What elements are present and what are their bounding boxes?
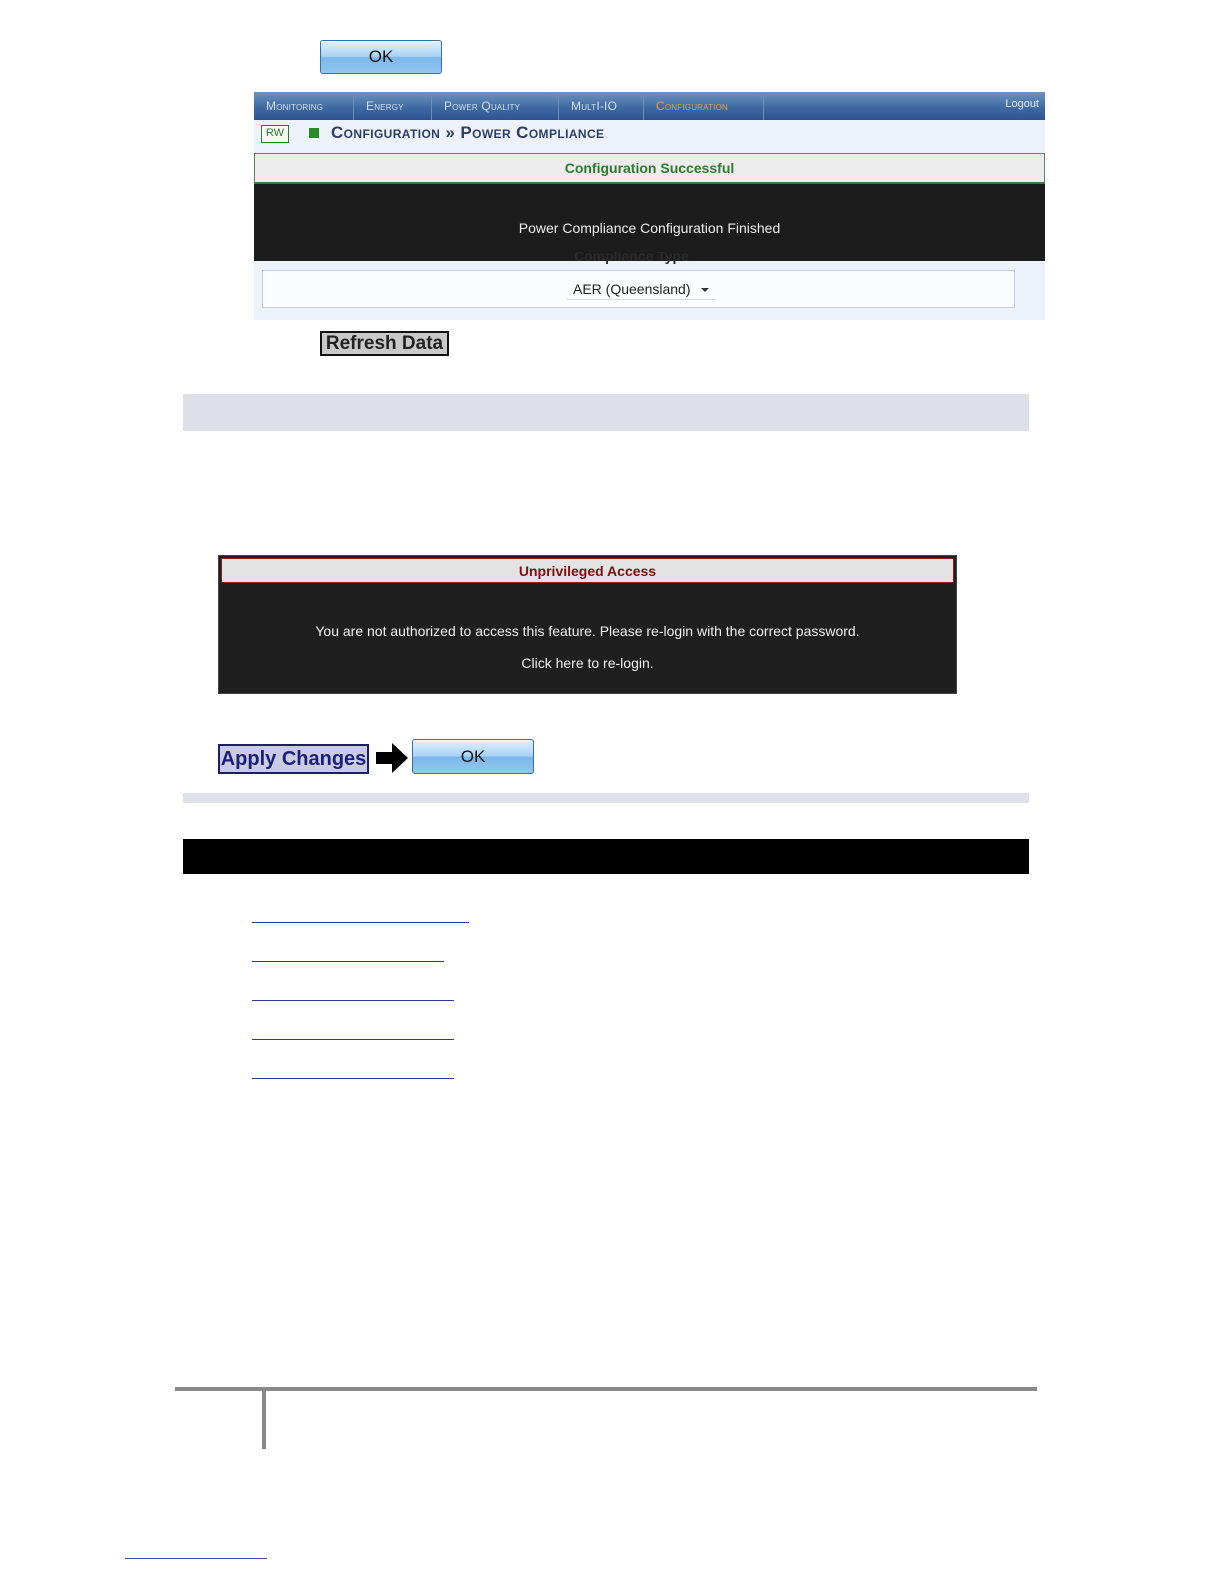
tab-multi-io[interactable]: MultI-IO (559, 92, 644, 120)
nav-bar: Monitoring Energy Power Quality MultI-IO… (254, 92, 1045, 120)
tab-monitoring[interactable]: Monitoring (254, 92, 354, 120)
tab-configuration[interactable]: Configuration (644, 92, 764, 120)
link-underline-3[interactable] (252, 1000, 454, 1001)
compliance-type-select[interactable]: AER (Queensland) (567, 279, 717, 300)
header-band (183, 839, 1029, 874)
apply-changes-button[interactable]: Apply Changes (218, 744, 369, 774)
link-underline-1[interactable] (252, 922, 469, 923)
dialog-message: You are not authorized to access this fe… (315, 623, 860, 639)
configuration-screenshot: Monitoring Energy Power Quality MultI-IO… (254, 92, 1045, 320)
unprivileged-access-dialog: Unprivileged Access You are not authoriz… (218, 555, 957, 694)
compliance-type-label: Compliance Type (574, 252, 689, 264)
dialog-title: Unprivileged Access (221, 558, 954, 583)
breadcrumb-row: RW Configuration » Power Compliance (254, 120, 1045, 154)
ok-button-bottom[interactable]: OK (412, 739, 534, 774)
dropdown-caret-icon (701, 288, 710, 292)
right-arrow-icon (376, 743, 408, 773)
link-underline-2[interactable] (252, 961, 444, 962)
success-title: Configuration Successful (254, 153, 1045, 184)
ok-button-top[interactable]: OK (320, 40, 442, 74)
bottom-link-underline[interactable] (125, 1558, 267, 1559)
status-square-icon (309, 128, 319, 138)
refresh-data-button[interactable]: Refresh Data (320, 331, 449, 356)
divider-band (183, 793, 1029, 803)
success-message: Power Compliance Configuration Finished (518, 220, 781, 236)
breadcrumb: Configuration » Power Compliance (331, 123, 605, 142)
footer-divider (262, 1389, 266, 1449)
compliance-type-value: AER (Queensland) (573, 281, 691, 297)
compliance-type-row: AER (Queensland) (262, 270, 1015, 308)
relogin-link[interactable]: Click here to re-login. (219, 655, 956, 671)
footer-rule (175, 1387, 1037, 1391)
link-underline-4[interactable] (252, 1039, 454, 1040)
logout-link[interactable]: Logout (1005, 98, 1039, 110)
section-band (183, 394, 1029, 431)
tab-energy[interactable]: Energy (354, 92, 432, 120)
rw-badge: RW (261, 125, 289, 143)
tab-power-quality[interactable]: Power Quality (432, 92, 559, 120)
link-underline-5[interactable] (252, 1078, 454, 1079)
